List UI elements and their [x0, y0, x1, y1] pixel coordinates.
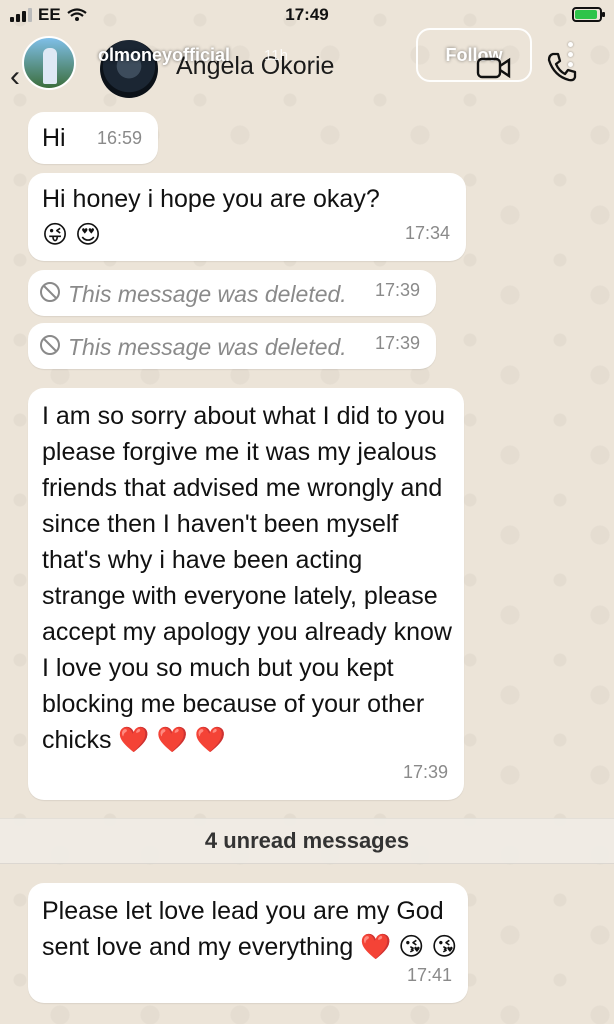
message-time: 17:41 [406, 965, 452, 985]
unread-divider: 4 unread messages [0, 818, 614, 864]
message-text: I am so sorry about what I did to you pl… [42, 402, 452, 754]
message-bubble[interactable]: Hi honey i hope you are okay?😜 😍 17:34 [28, 173, 466, 261]
message-bubble[interactable]: I am so sorry about what I did to you pl… [28, 388, 464, 800]
message-bubble[interactable]: Hi 16:59 [28, 112, 158, 164]
message-time: 16:59 [96, 128, 142, 148]
status-bar: EE 17:49 [0, 0, 614, 30]
follow-button[interactable]: Follow [416, 28, 532, 82]
message-text: Hi [42, 124, 66, 152]
video-call-icon[interactable] [476, 56, 512, 80]
back-chevron-icon[interactable]: ‹ [10, 60, 20, 94]
more-icon[interactable] [568, 42, 574, 72]
deleted-message-bubble[interactable]: This message was deleted. 17:39 [28, 270, 436, 316]
chat-header: ‹ Angela Okorie olmoneyofficial 11h Foll… [0, 28, 614, 108]
deleted-message-bubble[interactable]: This message was deleted. 17:39 [28, 323, 436, 369]
message-text: This message was deleted. [68, 281, 347, 307]
status-time: 17:49 [285, 5, 329, 24]
message-time: 17:39 [374, 280, 420, 300]
battery-icon [572, 7, 605, 22]
deleted-ban-icon [40, 282, 60, 302]
message-text: This message was deleted. [68, 334, 347, 360]
story-username[interactable]: olmoneyofficial [98, 45, 230, 66]
message-text: Hi honey i hope you are okay?😜 😍 [42, 185, 380, 249]
message-time: 17:39 [374, 333, 420, 353]
story-age: 11h [264, 47, 288, 64]
deleted-ban-icon [40, 335, 60, 355]
message-time: 17:34 [404, 223, 450, 243]
message-time: 17:39 [402, 762, 448, 782]
story-avatar[interactable] [22, 36, 76, 90]
message-bubble[interactable]: Please let love lead you are my God sent… [28, 883, 468, 1003]
message-text: Please let love lead you are my God sent… [42, 897, 458, 961]
